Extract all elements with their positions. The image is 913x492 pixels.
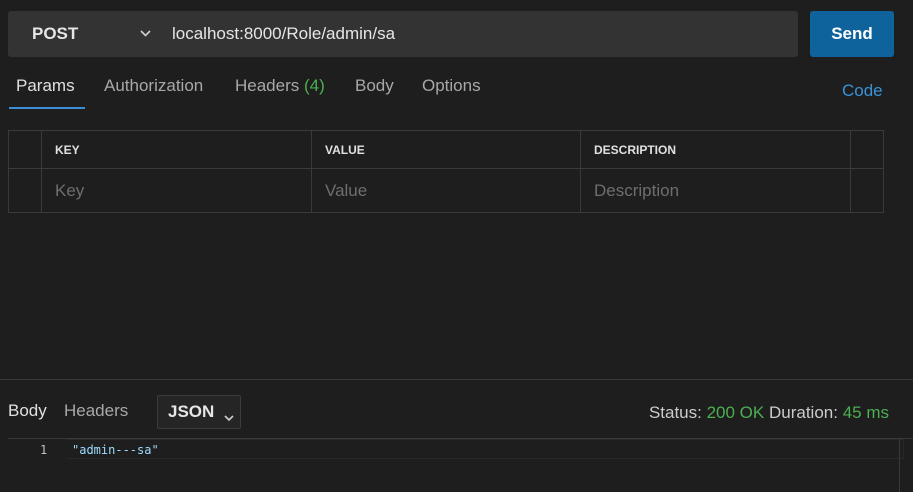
- chevron-down-icon: [224, 407, 234, 427]
- response-editor[interactable]: 1 "admin---sa": [8, 438, 913, 492]
- checkbox-column-header: [9, 131, 42, 168]
- duration-label: Duration:: [768, 403, 838, 422]
- key-input[interactable]: Key: [42, 169, 312, 212]
- table-row: Key Value Description: [9, 169, 883, 212]
- column-header-key: KEY: [42, 131, 312, 168]
- response-tab-headers[interactable]: Headers: [64, 401, 128, 421]
- tab-body[interactable]: Body: [355, 76, 394, 96]
- description-input[interactable]: Description: [581, 169, 851, 212]
- tab-authorization[interactable]: Authorization: [104, 76, 203, 96]
- response-divider[interactable]: [0, 379, 913, 380]
- code-line: "admin---sa": [72, 443, 159, 457]
- method-label: POST: [32, 24, 79, 43]
- url-input[interactable]: localhost:8000/Role/admin/sa: [172, 11, 772, 57]
- tab-params[interactable]: Params: [16, 76, 75, 96]
- request-tabs: Params Authorization Headers (4) Body Op…: [0, 70, 913, 110]
- params-table: KEY VALUE DESCRIPTION Key Value Descript…: [8, 130, 884, 213]
- editor-scrollbar[interactable]: [899, 439, 913, 492]
- actions-column-header: [851, 131, 883, 168]
- column-header-value: VALUE: [312, 131, 581, 168]
- code-link[interactable]: Code: [842, 81, 883, 101]
- format-select[interactable]: JSON: [157, 395, 241, 429]
- table-header-row: KEY VALUE DESCRIPTION: [9, 131, 883, 169]
- row-checkbox-cell: [9, 169, 42, 212]
- value-input[interactable]: Value: [312, 169, 581, 212]
- send-button[interactable]: Send: [810, 11, 894, 57]
- tab-headers-label: Headers: [235, 76, 300, 95]
- response-status: Status: 200 OK Duration: 45 ms: [649, 403, 889, 423]
- active-tab-indicator: [9, 107, 85, 109]
- tab-options[interactable]: Options: [422, 76, 481, 96]
- chevron-down-icon: [138, 26, 152, 40]
- column-header-description: DESCRIPTION: [581, 131, 851, 168]
- format-label: JSON: [168, 402, 215, 421]
- status-value: 200 OK: [706, 403, 765, 422]
- row-actions-cell: [851, 169, 883, 212]
- duration-value: 45 ms: [842, 403, 889, 422]
- tab-headers[interactable]: Headers (4): [235, 76, 325, 96]
- response-tab-body[interactable]: Body: [8, 401, 47, 421]
- request-bar: POST localhost:8000/Role/admin/sa: [8, 11, 798, 57]
- line-number: 1: [40, 443, 48, 457]
- status-label: Status:: [648, 403, 702, 422]
- headers-count-badge: (4): [304, 76, 325, 95]
- current-line-highlight: [66, 439, 904, 459]
- method-select[interactable]: POST: [8, 11, 160, 57]
